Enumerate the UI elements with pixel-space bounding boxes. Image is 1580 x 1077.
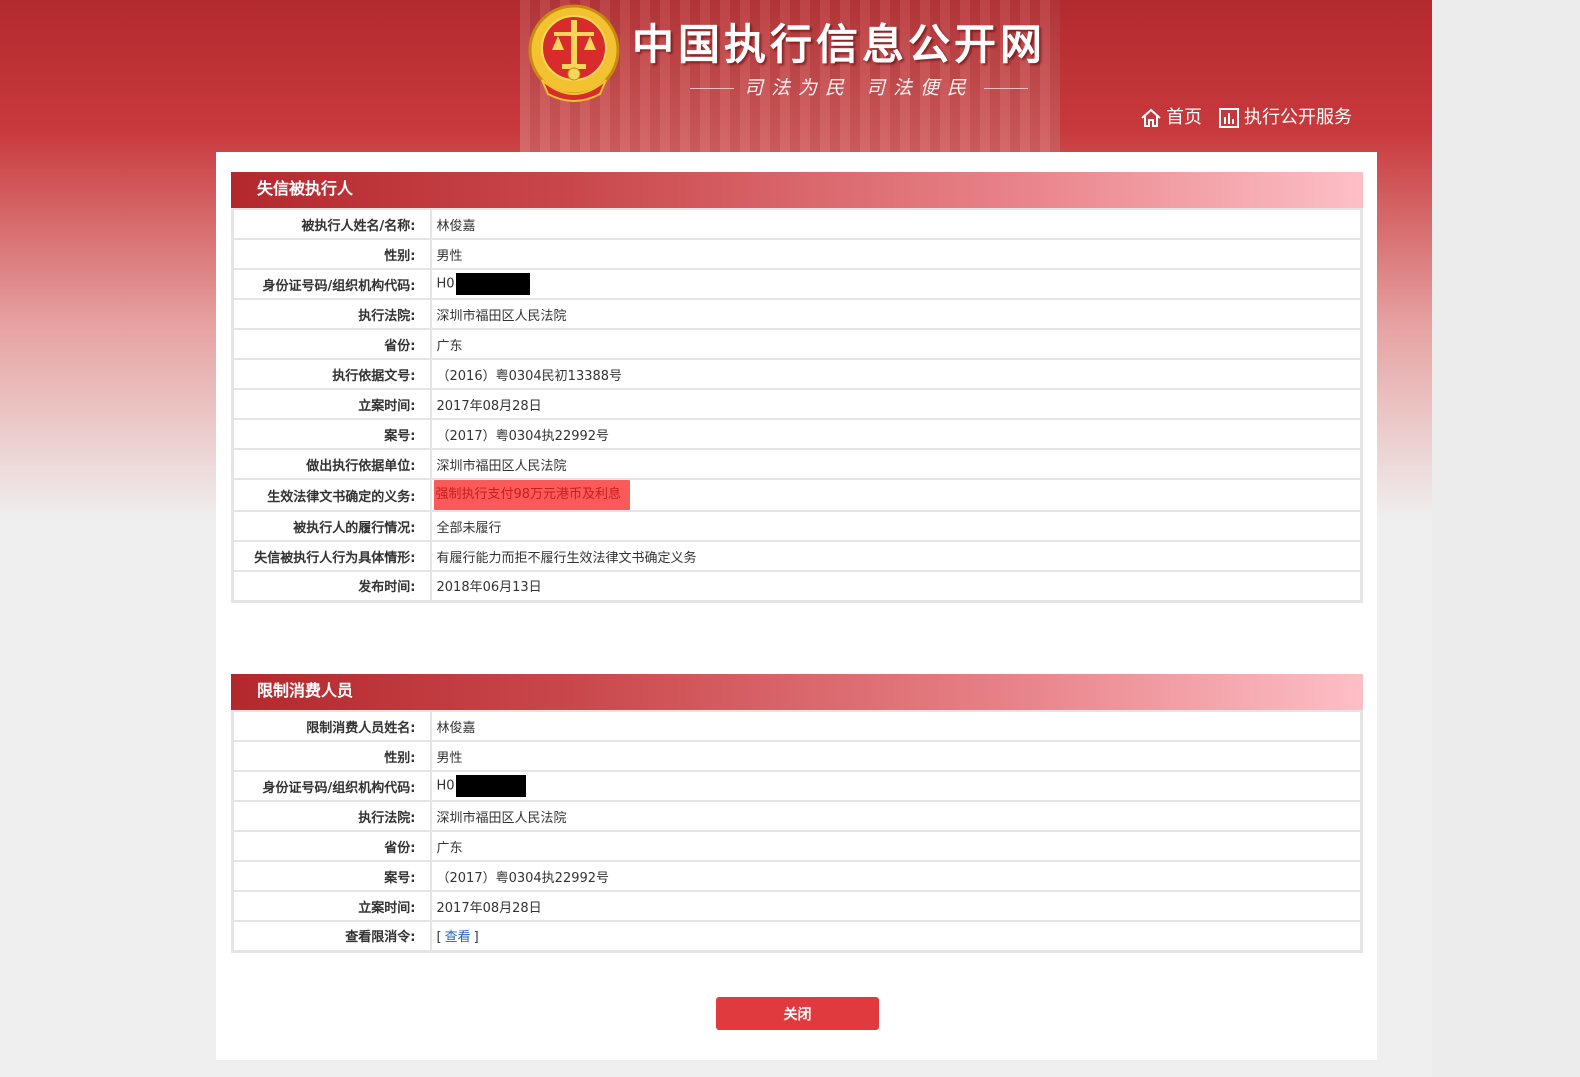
row-label: 生效法律文书确定的义务: (231, 478, 432, 512)
bracket-open: [ (436, 930, 442, 946)
table-row: 查看限消令: [查看] (231, 920, 1363, 952)
row-label: 性别: (231, 238, 432, 270)
row-label: 省份: (231, 328, 432, 360)
row-value: （2017）粤0304执22992号 (429, 418, 1363, 450)
home-icon (1141, 108, 1161, 127)
row-value: （2017）粤0304执22992号 (429, 860, 1363, 892)
table-row: 被执行人姓名/名称: 林俊嘉 (231, 208, 1363, 240)
row-label: 限制消费人员姓名: (231, 710, 432, 742)
content-card: 失信被执行人 被执行人姓名/名称: 林俊嘉 性别: 男性 身份证号码/组织机构代… (216, 152, 1377, 1060)
dishonest-section: 失信被执行人 被执行人姓名/名称: 林俊嘉 性别: 男性 身份证号码/组织机构代… (231, 172, 1363, 603)
table-row: 执行法院: 深圳市福田区人民法院 (231, 298, 1363, 330)
table-row: 立案时间: 2017年08月28日 (231, 890, 1363, 922)
row-value: 男性 (429, 238, 1363, 270)
redaction-bar (455, 775, 526, 797)
table-row: 生效法律文书确定的义务: 强制执行支付98万元港币及利息 (231, 478, 1363, 512)
nav-home[interactable]: 首页 (1140, 104, 1202, 132)
row-value: 广东 (429, 830, 1363, 862)
row-value: 2017年08月28日 (429, 388, 1363, 420)
table-row: 执行法院: 深圳市福田区人民法院 (231, 800, 1363, 832)
view-order-cell: [查看] (429, 920, 1363, 952)
id-prefix: H0 (436, 778, 455, 794)
table-row: 限制消费人员姓名: 林俊嘉 (231, 710, 1363, 742)
bar-chart-icon (1219, 108, 1239, 128)
view-restriction-order-link[interactable]: 查看 (445, 930, 471, 945)
row-label: 被执行人的履行情况: (231, 510, 432, 542)
row-value: 林俊嘉 (429, 208, 1363, 240)
table-row: 发布时间: 2018年06月13日 (231, 570, 1363, 602)
table-row: 做出执行依据单位: 深圳市福田区人民法院 (231, 448, 1363, 480)
row-value: 有履行能力而拒不履行生效法律文书确定义务 (429, 540, 1363, 572)
table-row: 失信被执行人行为具体情形: 有履行能力而拒不履行生效法律文书确定义务 (231, 540, 1363, 572)
row-label: 身份证号码/组织机构代码: (231, 268, 432, 300)
row-label: 查看限消令: (231, 920, 432, 952)
slogan-divider-left (690, 87, 734, 89)
dishonest-table: 被执行人姓名/名称: 林俊嘉 性别: 男性 身份证号码/组织机构代码: H0 执… (231, 208, 1363, 603)
restricted-table: 限制消费人员姓名: 林俊嘉 性别: 男性 身份证号码/组织机构代码: H0 执行… (231, 710, 1363, 953)
row-value: 全部未履行 (429, 510, 1363, 542)
row-label: 做出执行依据单位: (231, 448, 432, 480)
row-label: 案号: (231, 418, 432, 450)
row-value: 林俊嘉 (429, 710, 1363, 742)
bracket-close: ] (473, 930, 479, 946)
row-value: 广东 (429, 328, 1363, 360)
close-button[interactable]: 关闭 (716, 997, 879, 1030)
restricted-section: 限制消费人员 限制消费人员姓名: 林俊嘉 性别: 男性 身份证号码/组织机构代码… (231, 674, 1363, 953)
table-row: 省份: 广东 (231, 328, 1363, 360)
site-title: 中国执行信息公开网 (632, 20, 1047, 69)
table-row: 立案时间: 2017年08月28日 (231, 388, 1363, 420)
nav-execution-service[interactable]: 执行公开服务 (1218, 104, 1352, 132)
table-row: 身份证号码/组织机构代码: H0 (231, 770, 1363, 802)
row-label: 省份: (231, 830, 432, 862)
table-row: 性别: 男性 (231, 238, 1363, 270)
court-emblem-icon (528, 4, 620, 102)
row-value: 深圳市福田区人民法院 (429, 298, 1363, 330)
row-value: 2017年08月28日 (429, 890, 1363, 922)
row-label: 发布时间: (231, 570, 432, 602)
row-label: 执行法院: (231, 298, 432, 330)
nav-execution-service-label: 执行公开服务 (1244, 107, 1352, 128)
slogan: 司法为民 司法便民 (690, 74, 1060, 102)
row-label: 案号: (231, 860, 432, 892)
nav-home-label: 首页 (1166, 107, 1202, 128)
row-value: 2018年06月13日 (429, 570, 1363, 602)
row-label: 失信被执行人行为具体情形: (231, 540, 432, 572)
redaction-bar (455, 273, 530, 295)
top-nav: 首页 执行公开服务 (1140, 104, 1352, 132)
row-value: 深圳市福田区人民法院 (429, 800, 1363, 832)
table-row: 身份证号码/组织机构代码: H0 (231, 268, 1363, 300)
row-value: （2016）粤0304民初13388号 (429, 358, 1363, 390)
table-row: 案号: （2017）粤0304执22992号 (231, 860, 1363, 892)
table-row: 案号: （2017）粤0304执22992号 (231, 418, 1363, 450)
row-label: 执行法院: (231, 800, 432, 832)
highlighted-obligation: 强制执行支付98万元港币及利息 (433, 480, 631, 510)
row-label: 执行依据文号: (231, 358, 432, 390)
row-label: 身份证号码/组织机构代码: (231, 770, 432, 802)
row-value: 深圳市福田区人民法院 (429, 448, 1363, 480)
slogan-divider-right (984, 87, 1029, 89)
row-label: 性别: (231, 740, 432, 772)
obligation-cell: 强制执行支付98万元港币及利息 (429, 478, 1363, 512)
row-label: 立案时间: (231, 890, 432, 922)
table-row: 性别: 男性 (231, 740, 1363, 772)
row-label: 立案时间: (231, 388, 432, 420)
id-prefix: H0 (436, 276, 455, 292)
table-row: 被执行人的履行情况: 全部未履行 (231, 510, 1363, 542)
row-value: 男性 (429, 740, 1363, 772)
table-row: 省份: 广东 (231, 830, 1363, 862)
dishonest-section-title: 失信被执行人 (231, 172, 1363, 208)
right-margin (1432, 0, 1580, 1077)
row-label: 被执行人姓名/名称: (231, 208, 432, 240)
id-value-cell: H0 (429, 268, 1363, 300)
table-row: 执行依据文号: （2016）粤0304民初13388号 (231, 358, 1363, 390)
restricted-section-title: 限制消费人员 (231, 674, 1363, 710)
slogan-text: 司法为民 司法便民 (744, 77, 975, 99)
id-value-cell: H0 (429, 770, 1363, 802)
